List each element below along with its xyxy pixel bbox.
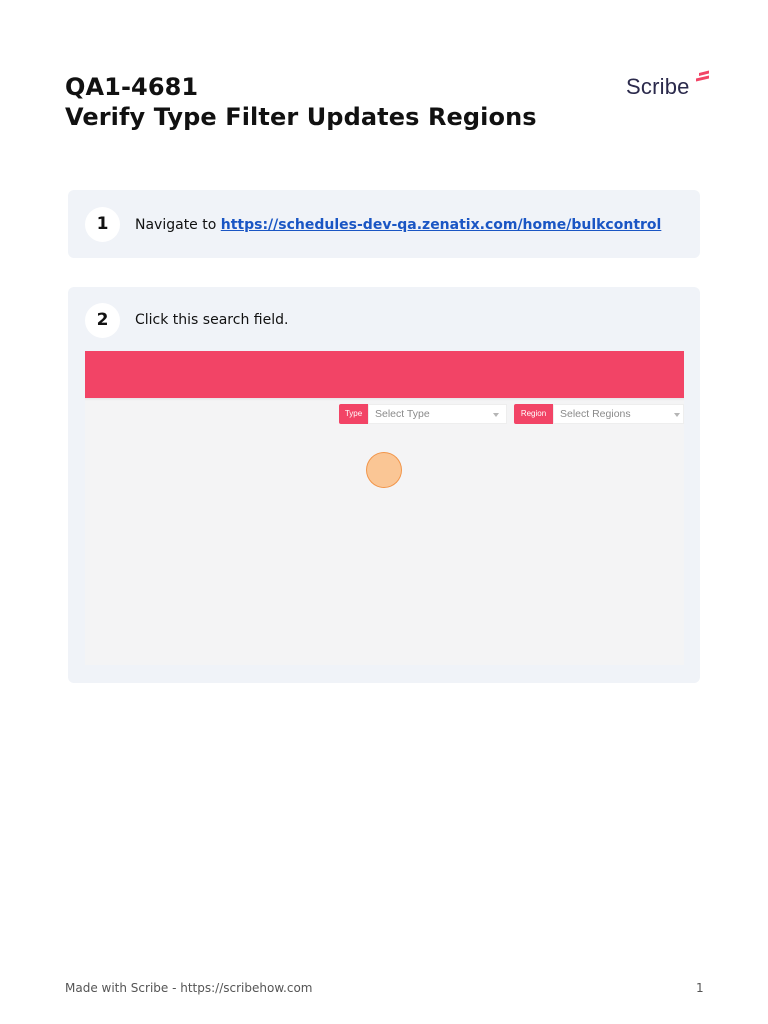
step-number: 1: [85, 207, 120, 242]
chevron-down-icon: [674, 413, 680, 417]
logo-wordmark: Scribe: [626, 74, 690, 99]
region-search-field[interactable]: Select Regions: [553, 404, 684, 424]
type-filter-label: Type: [339, 404, 368, 424]
title-id: QA1-4681: [65, 73, 199, 101]
step-card-1: 1 Navigate to https://schedules-dev-qa.z…: [68, 190, 700, 258]
step-instruction: Click this search field.: [135, 312, 289, 328]
step-screenshot: Type Select Type Region Select Regions: [85, 351, 684, 665]
region-filter-label: Region: [514, 404, 553, 424]
app-header-bar: [85, 351, 684, 398]
step-text: Navigate to: [135, 217, 221, 233]
region-placeholder: Select Regions: [560, 408, 631, 420]
page-number: 1: [696, 981, 704, 995]
footer-credit: Made with Scribe - https://scribehow.com: [65, 981, 313, 995]
click-indicator: [366, 452, 402, 488]
document-title: QA1-4681 Verify Type Filter Updates Regi…: [65, 72, 605, 132]
step-number: 2: [85, 303, 120, 338]
step-instruction: Navigate to https://schedules-dev-qa.zen…: [135, 215, 661, 235]
title-text: Verify Type Filter Updates Regions: [65, 103, 537, 131]
navigate-link[interactable]: https://schedules-dev-qa.zenatix.com/hom…: [221, 217, 662, 233]
type-search-field[interactable]: Select Type: [368, 404, 507, 424]
step-card-2: 2 Click this search field. Type Select T…: [68, 287, 700, 683]
header-shadow: [85, 398, 684, 401]
scribe-logo: Scribe: [626, 70, 716, 102]
type-placeholder: Select Type: [375, 408, 430, 420]
scribe-mark-icon: [696, 70, 709, 82]
chevron-down-icon: [493, 413, 499, 417]
